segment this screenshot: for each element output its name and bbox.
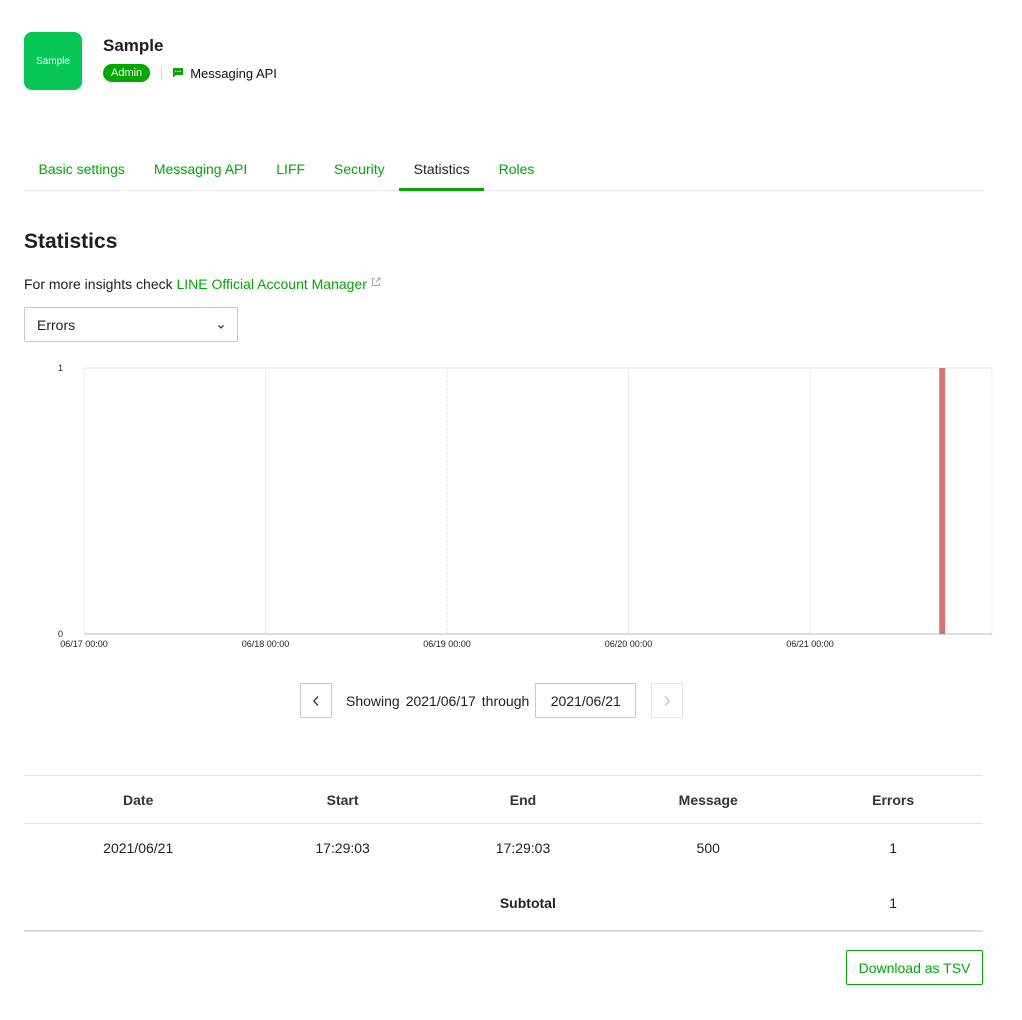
metric-select-value: Errors	[37, 316, 76, 333]
external-link-icon	[371, 274, 381, 290]
col-date: Date	[24, 775, 253, 824]
x-tick-label: 06/19 00:00	[423, 639, 471, 649]
tab-security[interactable]: Security	[320, 150, 400, 191]
download-tsv-button[interactable]: Download as TSV	[846, 950, 983, 985]
cell-errors: 1	[889, 839, 898, 856]
col-message: Message	[613, 775, 804, 824]
chat-bubble-icon	[172, 66, 184, 81]
table-row: 2021/06/21 17:29:03 17:29:03 500 1	[24, 824, 983, 872]
channel-meta: Admin Messaging API	[103, 64, 277, 82]
x-tick-label: 06/21 00:00	[786, 639, 834, 649]
tab-bar: Basic settings Messaging API LIFF Securi…	[24, 150, 984, 191]
prev-period-button[interactable]	[300, 683, 332, 718]
date-pager: Showing 2021/06/17 through	[300, 683, 684, 718]
tab-basic-settings[interactable]: Basic settings	[24, 150, 139, 191]
chevron-right-icon	[664, 695, 671, 706]
col-end: End	[432, 775, 614, 824]
showing-label: Showing	[346, 692, 400, 709]
statistics-table: Date Start End Message Errors 2021/06/21…	[24, 775, 983, 932]
cell-date: 2021/06/21	[103, 839, 174, 856]
cell-start: 17:29:03	[315, 839, 370, 856]
tab-messaging-api[interactable]: Messaging API	[139, 150, 261, 191]
tab-liff[interactable]: LIFF	[262, 150, 320, 191]
meta-divider	[161, 66, 163, 80]
through-label: through	[481, 692, 530, 709]
col-errors: Errors	[803, 775, 983, 824]
channel-icon: Sample	[24, 32, 82, 90]
subtotal-row: Subtotal 1	[24, 871, 983, 932]
role-badge: Admin	[103, 64, 151, 82]
page-title: Statistics	[24, 230, 118, 253]
error-bar	[939, 368, 946, 634]
insight-line: For more insights check LINE Official Ac…	[24, 274, 381, 292]
col-start: Start	[252, 775, 433, 824]
y-tick-label: 0	[58, 629, 63, 639]
y-tick-label: 1	[58, 363, 63, 373]
metric-select[interactable]: Errors	[24, 307, 238, 342]
subtotal-label: Subtotal	[252, 871, 804, 932]
cell-end: 17:29:03	[495, 839, 551, 856]
channel-icon-text: Sample	[36, 55, 70, 67]
channel-type: Messaging API	[190, 65, 277, 81]
x-tick-label: 06/18 00:00	[242, 639, 290, 649]
chevron-left-icon	[312, 695, 319, 706]
tab-roles[interactable]: Roles	[484, 150, 549, 191]
chevron-down-icon	[217, 317, 225, 333]
channel-name: Sample	[103, 36, 164, 55]
insight-text: For more insights check	[24, 276, 177, 292]
x-tick-label: 06/17 00:00	[60, 639, 108, 649]
tab-statistics[interactable]: Statistics	[399, 150, 485, 191]
end-date-input[interactable]	[535, 683, 637, 718]
subtotal-spacer	[24, 871, 253, 932]
table-header-row: Date Start End Message Errors	[24, 775, 983, 824]
start-date: 2021/06/17	[405, 692, 476, 709]
errors-chart: 1 006/17 00:00 06/18 00:00 06/19 00:00 06/20…	[58, 363, 993, 649]
next-period-button[interactable]	[651, 683, 684, 718]
x-tick-label: 06/20 00:00	[605, 639, 653, 649]
subtotal-value: 1	[803, 871, 983, 932]
oa-manager-link[interactable]: LINE Official Account Manager	[177, 276, 367, 292]
cell-message: 500	[696, 839, 720, 856]
